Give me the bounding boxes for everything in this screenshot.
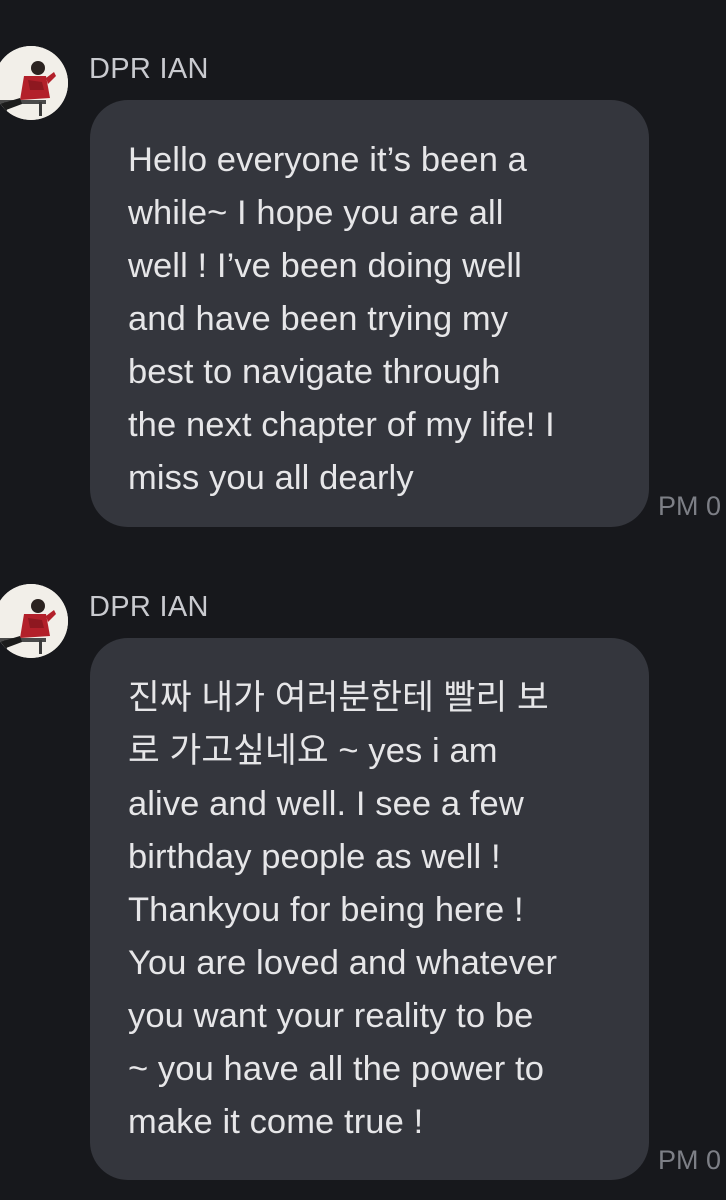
avatar[interactable] — [0, 46, 68, 120]
message-line: Thankyou for being here ! — [128, 891, 524, 929]
message-line: best to navigate through — [128, 353, 501, 391]
message-timestamp: PM 0 — [658, 1145, 722, 1175]
message-timestamp: PM 0 — [658, 491, 722, 521]
message-bubble[interactable]: Hello everyone it’s been a while~ I hope… — [90, 100, 649, 527]
sender-name: DPR IAN — [89, 591, 209, 623]
message-line: well ! I’ve been doing well — [128, 247, 522, 285]
sender-name: DPR IAN — [89, 53, 209, 85]
message-line: ~ you have all the power to — [128, 1050, 545, 1088]
avatar-image — [0, 46, 68, 120]
message-line: you want your reality to be — [128, 997, 534, 1035]
message-line: make it come true ! — [128, 1103, 424, 1141]
avatar[interactable] — [0, 584, 68, 658]
message-line: alive and well. I see a few — [128, 785, 524, 823]
message-line: birthday people as well ! — [128, 838, 501, 876]
message-bubble[interactable]: 진짜 내가 여러분한테 빨리 보 로 가고싶네요 ~ yes i am aliv… — [90, 638, 649, 1180]
message-line: and have been trying my — [128, 300, 509, 338]
message-line: the next chapter of my life! I — [128, 406, 555, 444]
message-line: Hello everyone it’s been a — [128, 141, 527, 179]
message-line: 로 가고싶네요 ~ yes i am — [128, 732, 498, 770]
chat-window: DPR IAN Hello everyone it’s been a while… — [0, 0, 726, 1200]
avatar-image — [0, 584, 68, 658]
message-line: while~ I hope you are all — [128, 194, 504, 232]
message-line: 진짜 내가 여러분한테 빨리 보 — [128, 679, 549, 717]
message-line: You are loved and whatever — [128, 944, 558, 982]
message-line: miss you all dearly — [128, 459, 414, 497]
